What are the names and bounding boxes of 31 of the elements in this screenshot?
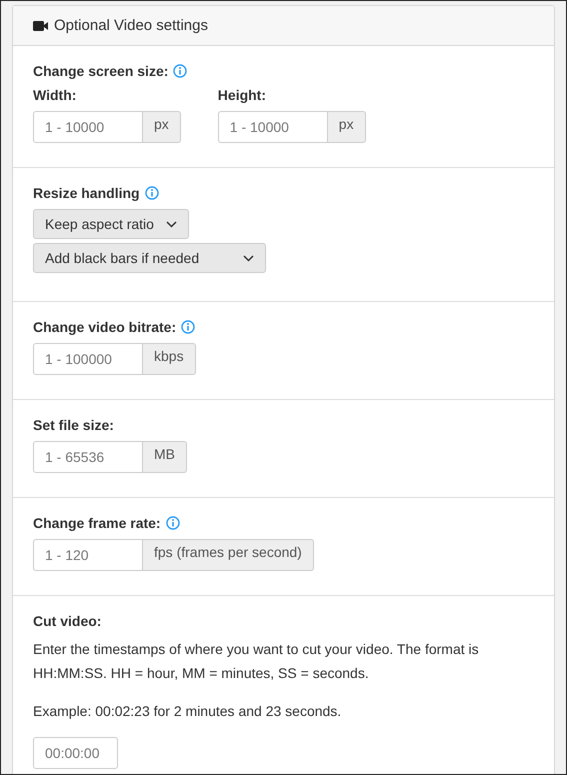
input-field[interactable]: 00:00:00 bbox=[33, 737, 118, 769]
video-camera-icon bbox=[33, 20, 49, 32]
info-icon[interactable] bbox=[166, 516, 180, 530]
unit-label: fps (frames per second) bbox=[143, 539, 314, 571]
info-icon[interactable] bbox=[181, 320, 196, 334]
input-field[interactable]: 1 - 100000 bbox=[33, 343, 143, 375]
paragraph: Example: 00:02:23 for 2 minutes and 23 seconds. bbox=[33, 702, 342, 721]
section-label: Cut video: bbox=[33, 613, 102, 629]
input-field[interactable]: 1 - 10000 bbox=[33, 111, 143, 143]
field-label: Height: bbox=[218, 87, 268, 103]
panel-title: Optional Video settings bbox=[54, 17, 208, 34]
chevron-icon bbox=[243, 254, 254, 262]
input-field[interactable]: 1 - 120 bbox=[33, 539, 143, 571]
input-field[interactable]: 1 - 65536 bbox=[33, 441, 143, 473]
chevron-icon bbox=[166, 220, 177, 228]
unit-label: MB bbox=[143, 441, 187, 473]
info-icon[interactable] bbox=[144, 186, 159, 200]
dropdown[interactable]: Add black bars if needed bbox=[33, 243, 266, 273]
field-label: Width: bbox=[33, 87, 78, 103]
dropdown[interactable]: Keep aspect ratio bbox=[33, 209, 189, 239]
section-label: Set file size: bbox=[33, 417, 114, 433]
section-label: Change screen size: bbox=[33, 63, 168, 79]
section-label: Change video bitrate: bbox=[33, 319, 176, 335]
paragraph: Enter the timestamps of where you want to cut your video. The format is HH:MM:SS. HH = hour, MM = minutes, SS = seconds. bbox=[33, 640, 480, 683]
input-field[interactable]: 1 - 10000 bbox=[218, 111, 328, 143]
unit-label: px bbox=[328, 111, 366, 143]
unit-label: px bbox=[143, 111, 181, 143]
section-label: Change frame rate: bbox=[33, 515, 161, 531]
info-icon[interactable] bbox=[173, 64, 188, 78]
section-label: Resize handling bbox=[33, 185, 140, 201]
unit-label: kbps bbox=[143, 343, 196, 375]
